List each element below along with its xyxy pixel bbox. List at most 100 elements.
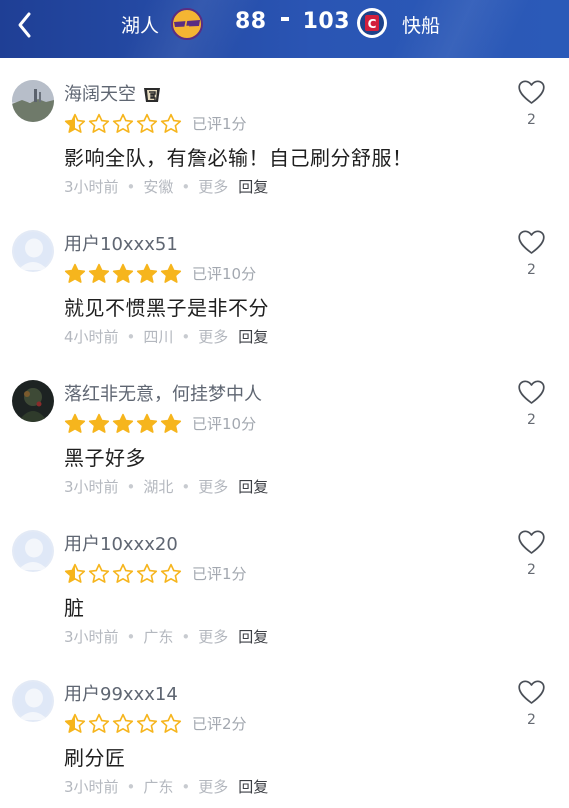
like-heart-icon[interactable] bbox=[518, 80, 545, 105]
reply-button[interactable]: 回复 bbox=[238, 478, 268, 496]
comment-item: 用户10xxx51 已评10分 就见不惯黑子是非不分 4小时前 • 四川 • 更多 回复 2 bbox=[0, 208, 569, 358]
star-filled-icon bbox=[160, 413, 182, 433]
comment-time: 4小时前 bbox=[64, 328, 119, 346]
meta-separator: • bbox=[181, 628, 191, 646]
star-filled-icon bbox=[64, 413, 86, 433]
star-empty-icon bbox=[160, 713, 182, 733]
star-empty-icon bbox=[112, 563, 134, 583]
star-empty-icon bbox=[88, 713, 110, 733]
username-text[interactable]: 海阔天空 bbox=[64, 84, 136, 105]
user-badge-icon bbox=[144, 88, 160, 102]
comment-time: 3小时前 bbox=[64, 478, 119, 496]
lakers-logo-icon: L bbox=[171, 8, 203, 40]
user-avatar[interactable] bbox=[12, 530, 54, 572]
meta-separator: • bbox=[126, 628, 136, 646]
rating-stars bbox=[64, 263, 184, 285]
comment-region: 广东 bbox=[143, 778, 174, 796]
rated-score: 已评2分 bbox=[192, 715, 247, 733]
comment-region: 安徽 bbox=[143, 178, 174, 196]
back-chevron-icon[interactable] bbox=[10, 10, 40, 40]
meta-separator: • bbox=[181, 778, 191, 796]
comment-username[interactable]: 用户10xxx51 bbox=[64, 230, 178, 256]
user-avatar[interactable] bbox=[12, 680, 54, 722]
score-board: 88 103 bbox=[235, 9, 350, 34]
rating-stars bbox=[64, 113, 184, 135]
comment-text: 脏 bbox=[64, 596, 85, 620]
meta-separator: • bbox=[126, 478, 136, 496]
more-button[interactable]: 更多 bbox=[198, 478, 228, 496]
like-count: 2 bbox=[527, 412, 536, 428]
star-empty-icon bbox=[136, 563, 158, 583]
reply-button[interactable]: 回复 bbox=[238, 328, 268, 346]
like-count: 2 bbox=[527, 262, 536, 278]
away-team-name: 快船 bbox=[402, 15, 441, 37]
rated-score: 已评1分 bbox=[192, 565, 247, 583]
meta-separator: • bbox=[126, 178, 136, 196]
home-score: 88 bbox=[235, 9, 267, 34]
star-empty-icon bbox=[136, 713, 158, 733]
star-empty-icon bbox=[112, 113, 134, 133]
comment-username[interactable]: 用户10xxx20 bbox=[64, 530, 178, 556]
comment-region: 广东 bbox=[143, 628, 174, 646]
star-empty-icon bbox=[160, 563, 182, 583]
meta-separator: • bbox=[181, 478, 191, 496]
username-text[interactable]: 用户99xxx14 bbox=[64, 684, 178, 705]
star-empty-icon bbox=[88, 563, 110, 583]
meta-separator: • bbox=[126, 778, 136, 796]
comment-text: 就见不惯黑子是非不分 bbox=[64, 296, 269, 320]
rated-score: 已评10分 bbox=[192, 265, 257, 283]
star-filled-icon bbox=[88, 263, 110, 283]
comment-region: 四川 bbox=[143, 328, 174, 346]
comment-meta: 3小时前 • 湖北 • 更多 回复 bbox=[64, 476, 268, 497]
more-button[interactable]: 更多 bbox=[198, 328, 228, 346]
like-heart-icon[interactable] bbox=[518, 230, 545, 255]
comment-time: 3小时前 bbox=[64, 628, 119, 646]
more-button[interactable]: 更多 bbox=[198, 178, 228, 196]
username-text[interactable]: 用户10xxx20 bbox=[64, 534, 178, 555]
clippers-logo-icon: C bbox=[357, 8, 387, 38]
star-half-icon bbox=[64, 563, 86, 583]
comment-item: 用户99xxx14 已评2分 刷分匠 3小时前 • 广东 • 更多 回复 2 bbox=[0, 658, 569, 808]
star-filled-icon bbox=[136, 413, 158, 433]
more-button[interactable]: 更多 bbox=[198, 628, 228, 646]
rating-stars bbox=[64, 413, 184, 435]
rated-score: 已评10分 bbox=[192, 415, 257, 433]
comment-username[interactable]: 落红非无意，何挂梦中人 bbox=[64, 380, 262, 406]
user-avatar[interactable] bbox=[12, 380, 54, 422]
star-empty-icon bbox=[88, 113, 110, 133]
username-text[interactable]: 用户10xxx51 bbox=[64, 234, 178, 255]
reply-button[interactable]: 回复 bbox=[238, 178, 268, 196]
reply-button[interactable]: 回复 bbox=[238, 628, 268, 646]
comment-item: 落红非无意，何挂梦中人 已评10分 黑子好多 3小时前 • 湖北 • 更多 回复 2 bbox=[0, 358, 569, 508]
star-empty-icon bbox=[160, 113, 182, 133]
star-half-icon bbox=[64, 713, 86, 733]
like-heart-icon[interactable] bbox=[518, 680, 545, 705]
star-empty-icon bbox=[136, 113, 158, 133]
comment-region: 湖北 bbox=[143, 478, 174, 496]
comment-meta: 3小时前 • 安徽 • 更多 回复 bbox=[64, 176, 268, 197]
like-heart-icon[interactable] bbox=[518, 530, 545, 555]
comment-meta: 4小时前 • 四川 • 更多 回复 bbox=[64, 326, 268, 347]
like-count: 2 bbox=[527, 562, 536, 578]
username-text[interactable]: 落红非无意，何挂梦中人 bbox=[64, 384, 262, 405]
star-half-icon bbox=[64, 113, 86, 133]
like-heart-icon[interactable] bbox=[518, 380, 545, 405]
star-filled-icon bbox=[160, 263, 182, 283]
svg-text:L: L bbox=[184, 20, 190, 30]
more-button[interactable]: 更多 bbox=[198, 778, 228, 796]
meta-separator: • bbox=[126, 328, 136, 346]
comment-time: 3小时前 bbox=[64, 178, 119, 196]
game-header: 湖人 L 88 103 C 快船 bbox=[0, 0, 569, 58]
comment-username[interactable]: 海阔天空 bbox=[64, 80, 163, 106]
reply-button[interactable]: 回复 bbox=[238, 778, 268, 796]
star-filled-icon bbox=[88, 413, 110, 433]
comment-meta: 3小时前 • 广东 • 更多 回复 bbox=[64, 776, 268, 797]
user-avatar[interactable] bbox=[12, 230, 54, 272]
rating-stars bbox=[64, 713, 184, 735]
svg-text:C: C bbox=[368, 17, 377, 31]
away-score: 103 bbox=[302, 9, 351, 34]
comment-username[interactable]: 用户99xxx14 bbox=[64, 680, 178, 706]
user-avatar[interactable] bbox=[12, 80, 54, 122]
star-filled-icon bbox=[112, 263, 134, 283]
star-filled-icon bbox=[136, 263, 158, 283]
